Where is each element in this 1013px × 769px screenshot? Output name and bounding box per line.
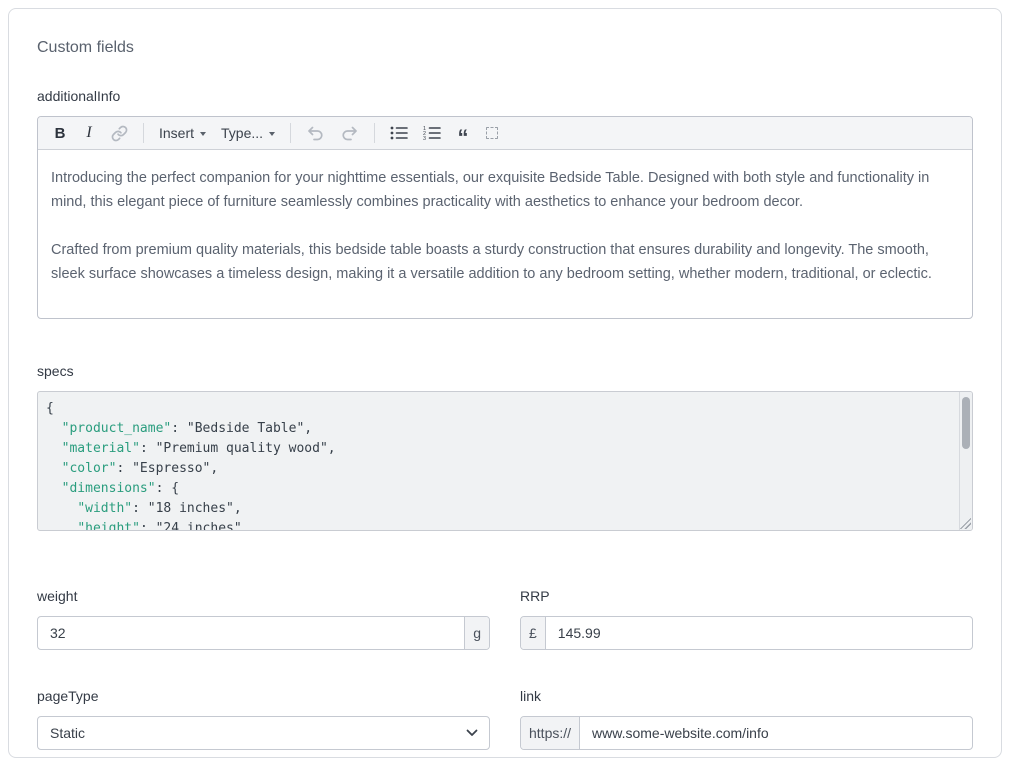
editor-content[interactable]: Introducing the perfect companion for yo… xyxy=(38,150,972,318)
svg-text:3: 3 xyxy=(423,136,426,140)
specs-json-code: { "product_name": "Bedside Table", "mate… xyxy=(38,392,972,531)
rrp-label: RRP xyxy=(520,588,973,605)
rrp-input-group: £ xyxy=(520,616,973,650)
weight-field: weight g xyxy=(37,588,490,650)
toolbar-divider xyxy=(374,123,375,143)
specs-scrollbar[interactable] xyxy=(959,392,972,530)
bullet-list-button[interactable] xyxy=(390,121,408,145)
insert-dropdown-label: Insert xyxy=(159,125,194,141)
link-input-group: https:// xyxy=(520,716,973,750)
type-dropdown-label: Type... xyxy=(221,125,263,141)
dashed-square-icon xyxy=(486,127,498,139)
additional-info-field: additionalInfo B I Insert Type... xyxy=(37,88,973,319)
redo-icon xyxy=(340,125,359,141)
caret-down-icon xyxy=(200,132,206,136)
additional-info-label: additionalInfo xyxy=(37,88,973,105)
link-input[interactable] xyxy=(580,717,972,749)
italic-button[interactable]: I xyxy=(82,121,96,145)
rrp-field: RRP £ xyxy=(520,588,973,650)
toolbar-divider xyxy=(290,123,291,143)
page-type-select-wrap: Static xyxy=(37,716,490,750)
specs-label: specs xyxy=(37,363,973,380)
scrollbar-thumb[interactable] xyxy=(962,397,970,449)
currency-addon: £ xyxy=(521,617,546,649)
bold-button[interactable]: B xyxy=(53,121,67,145)
redo-button[interactable] xyxy=(340,121,359,145)
rich-text-editor: B I Insert Type... xyxy=(37,116,973,319)
bullet-list-icon xyxy=(390,126,408,140)
link-label: link xyxy=(520,688,973,705)
numbered-list-button[interactable]: 123 xyxy=(423,121,441,145)
resize-handle-icon[interactable] xyxy=(960,518,971,529)
editor-paragraph: Crafted from premium quality materials, … xyxy=(51,238,958,286)
editor-paragraph: Introducing the perfect companion for yo… xyxy=(51,166,958,214)
page-type-field: pageType Static xyxy=(37,688,490,750)
protocol-addon: https:// xyxy=(521,717,580,749)
weight-input-group: g xyxy=(37,616,490,650)
link-field: link https:// xyxy=(520,688,973,750)
toolbar-divider xyxy=(143,123,144,143)
link-button[interactable] xyxy=(111,121,128,145)
fields-grid: weight g RRP £ pageType Static xyxy=(37,588,973,750)
type-dropdown[interactable]: Type... xyxy=(221,121,275,145)
numbered-list-icon: 123 xyxy=(423,126,441,140)
weight-input[interactable] xyxy=(38,617,464,649)
page-type-label: pageType xyxy=(37,688,490,705)
rrp-input[interactable] xyxy=(546,617,972,649)
link-icon xyxy=(111,125,128,142)
undo-button[interactable] xyxy=(306,121,325,145)
weight-unit-addon: g xyxy=(464,617,489,649)
custom-fields-card: Custom fields additionalInfo B I Insert xyxy=(8,8,1002,758)
undo-icon xyxy=(306,125,325,141)
blockquote-button[interactable]: “ xyxy=(456,121,470,145)
specs-field: specs { "product_name": "Bedside Table",… xyxy=(37,363,973,531)
code-block-button[interactable] xyxy=(485,121,499,145)
page-title: Custom fields xyxy=(37,39,973,57)
specs-code-editor[interactable]: { "product_name": "Bedside Table", "mate… xyxy=(37,391,973,531)
editor-toolbar: B I Insert Type... xyxy=(38,117,972,150)
weight-label: weight xyxy=(37,588,490,605)
insert-dropdown[interactable]: Insert xyxy=(159,121,206,145)
caret-down-icon xyxy=(269,132,275,136)
page-type-select[interactable]: Static xyxy=(37,716,490,750)
